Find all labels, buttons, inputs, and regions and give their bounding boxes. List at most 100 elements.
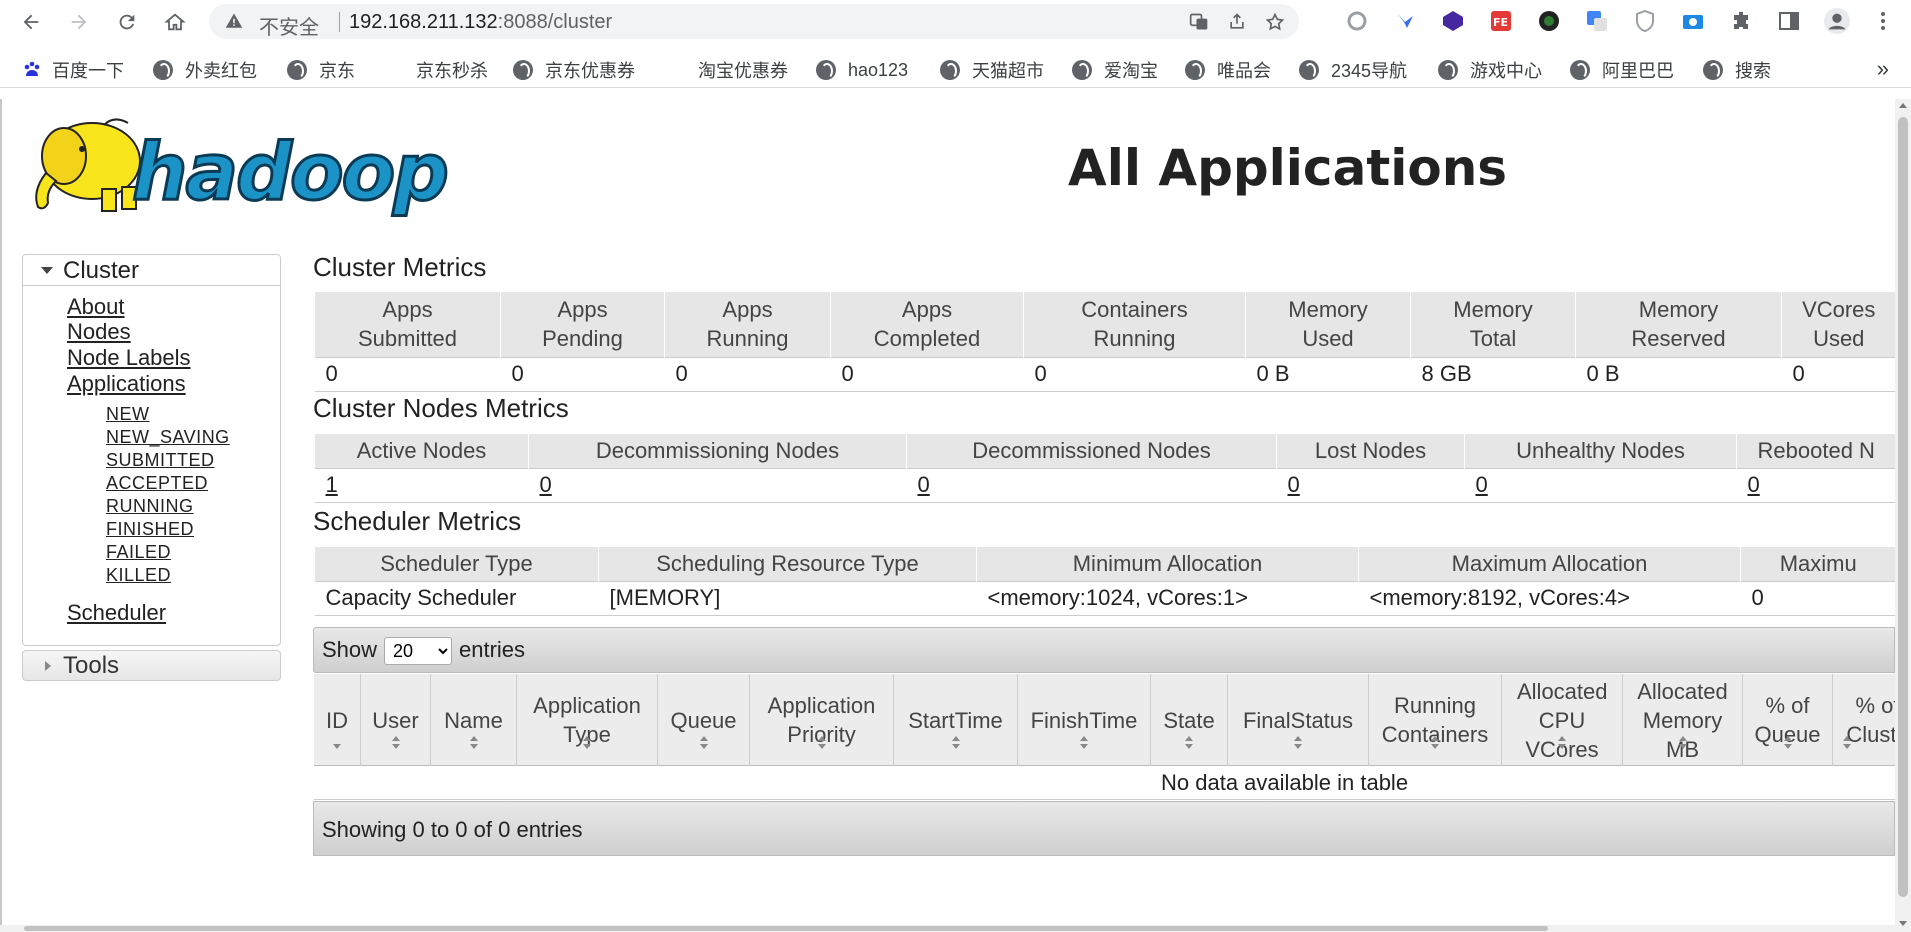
col-application-priority[interactable]: Application Priority: [750, 674, 894, 766]
nav-state-failed[interactable]: FAILED: [106, 542, 171, 563]
nav-state-accepted[interactable]: ACCEPTED: [106, 473, 208, 494]
horizontal-scrollbar[interactable]: [0, 925, 1895, 932]
profile-avatar-icon[interactable]: [1824, 8, 1850, 34]
col-user[interactable]: User: [361, 674, 431, 766]
bookmark-item[interactable]: 阿里巴巴: [1570, 58, 1674, 82]
table-row: 1 0 0 0 0 0: [314, 467, 1895, 503]
star-icon[interactable]: [1265, 12, 1285, 32]
extension-cube-icon[interactable]: [1440, 8, 1466, 34]
nav-state-finished[interactable]: FINISHED: [106, 519, 194, 540]
sort-icon: [1783, 736, 1792, 750]
logo-text: hadoop: [132, 128, 447, 218]
side-panel-icon[interactable]: [1776, 8, 1802, 34]
bookmark-item[interactable]: 天猫超市: [940, 58, 1044, 82]
col-queue[interactable]: Queue: [658, 674, 750, 766]
nav-link-applications[interactable]: Applications: [67, 371, 186, 397]
bookmark-label: 搜索: [1735, 61, 1771, 81]
empty-message: No data available in table: [1161, 770, 1409, 795]
bookmark-item[interactable]: 京东秒杀: [416, 58, 488, 82]
col-allocated-cpu-vcores[interactable]: Allocated CPU VCores: [1502, 674, 1623, 766]
url-text[interactable]: 192.168.211.132:8088/cluster: [349, 11, 612, 34]
translate-icon[interactable]: [1189, 12, 1209, 32]
cluster-metrics-table: Apps Submitted Apps Pending Apps Running Ap…: [314, 292, 1895, 392]
bookmark-item[interactable]: 百度一下: [22, 58, 124, 82]
extension-shield-icon[interactable]: [1632, 8, 1658, 34]
empty-table-row: No data available in table: [314, 767, 1895, 800]
rebooted-nodes-link[interactable]: 0: [1736, 467, 1895, 503]
col-finish-time[interactable]: FinishTime: [1018, 674, 1151, 766]
bookmark-item[interactable]: 2345导航: [1299, 58, 1407, 82]
column-header: Rebooted N: [1736, 434, 1895, 468]
column-header: Decommissioned Nodes: [906, 434, 1277, 468]
col-application-type[interactable]: Application Type: [517, 674, 658, 766]
tools-nav[interactable]: Tools: [22, 650, 281, 681]
active-nodes-link[interactable]: 1: [314, 467, 529, 503]
scheduler-metrics-table: Scheduler Type Scheduling Resource Type …: [314, 547, 1895, 616]
bookmark-item[interactable]: 外卖红包: [153, 58, 257, 82]
col-percent-of-cluster[interactable]: % of Cluste: [1833, 674, 1895, 766]
scrollbar-thumb[interactable]: [1898, 117, 1908, 897]
column-header: Containers Running: [1023, 292, 1246, 357]
forward-button[interactable]: [66, 9, 92, 35]
col-state[interactable]: State: [1151, 674, 1228, 766]
sort-icon: [1431, 736, 1439, 750]
col-percent-of-queue[interactable]: % of Queue: [1743, 674, 1833, 766]
scroll-down-icon[interactable]: [1899, 921, 1907, 926]
extensions-puzzle-icon[interactable]: [1728, 8, 1754, 34]
bookmark-item[interactable]: 京东优惠券: [513, 58, 635, 82]
nav-state-new-saving[interactable]: NEW_SAVING: [106, 427, 230, 448]
lost-nodes-link[interactable]: 0: [1276, 467, 1465, 503]
bookmark-item[interactable]: 京东: [287, 58, 355, 82]
nav-link-about[interactable]: About: [67, 294, 125, 320]
extension-translate-icon[interactable]: [1584, 8, 1610, 34]
extension-bird-icon[interactable]: [1392, 8, 1418, 34]
nav-state-killed[interactable]: KILLED: [106, 565, 171, 586]
address-bar[interactable]: 不安全 192.168.211.132:8088/cluster: [209, 4, 1299, 39]
col-start-time[interactable]: StartTime: [894, 674, 1018, 766]
nav-state-submitted[interactable]: SUBMITTED: [106, 450, 215, 471]
warning-icon: [225, 13, 243, 28]
reload-button[interactable]: [114, 9, 140, 35]
col-allocated-memory-mb[interactable]: Allocated Memory MB: [1623, 674, 1743, 766]
extension-fe-icon[interactable]: FE: [1488, 8, 1514, 34]
column-header: Unhealthy Nodes: [1464, 434, 1737, 468]
bookmark-item[interactable]: 爱淘宝: [1072, 58, 1158, 82]
bookmark-item[interactable]: 游戏中心: [1438, 58, 1542, 82]
reload-icon: [119, 14, 135, 30]
scrollbar-thumb[interactable]: [24, 926, 1548, 931]
col-id[interactable]: ID: [314, 674, 361, 766]
globe-icon: [513, 60, 533, 80]
extension-camera-icon[interactable]: [1680, 8, 1706, 34]
home-button[interactable]: [162, 9, 188, 35]
scroll-up-icon[interactable]: [1899, 103, 1907, 108]
nav-link-node-labels[interactable]: Node Labels: [67, 345, 191, 371]
bookmarks-overflow-button[interactable]: »: [1877, 56, 1889, 82]
back-button[interactable]: [18, 9, 44, 35]
menu-dots-icon[interactable]: [1870, 8, 1896, 34]
decommissioned-nodes-link[interactable]: 0: [906, 467, 1277, 503]
bookmark-item[interactable]: 唯品会: [1185, 58, 1271, 82]
bookmark-item[interactable]: 淘宝优惠券: [698, 58, 788, 82]
share-icon[interactable]: [1227, 12, 1247, 32]
col-running-containers[interactable]: Running Containers: [1369, 674, 1502, 766]
col-name[interactable]: Name: [431, 674, 517, 766]
col-final-status[interactable]: FinalStatus: [1228, 674, 1369, 766]
vertical-scrollbar[interactable]: [1895, 99, 1911, 932]
nav-link-nodes[interactable]: Nodes: [67, 319, 131, 345]
nav-state-running[interactable]: RUNNING: [106, 496, 194, 517]
nav-link-scheduler[interactable]: Scheduler: [67, 600, 166, 626]
browser-toolbar: 不安全 192.168.211.132:8088/cluster FE: [0, 0, 1911, 43]
extension-circle-icon[interactable]: [1344, 8, 1370, 34]
unhealthy-nodes-link[interactable]: 0: [1464, 467, 1737, 503]
metric-value: 0: [664, 356, 831, 392]
decommissioning-nodes-link[interactable]: 0: [528, 467, 907, 503]
bookmark-item[interactable]: hao123: [816, 58, 908, 82]
extension-lens-icon[interactable]: [1536, 8, 1562, 34]
bookmarks-bar: 百度一下 外卖红包 京东 京东秒杀 京东优惠券 淘宝优惠券 hao123 天猫超…: [0, 52, 1911, 88]
bookmark-item[interactable]: 搜索: [1703, 58, 1771, 82]
elephant-icon: [35, 118, 141, 212]
nav-state-new[interactable]: NEW: [106, 404, 150, 425]
cluster-nav-header[interactable]: Cluster: [23, 255, 280, 286]
page-size-select[interactable]: 20: [384, 637, 452, 665]
table-row: 0 0 0 0 0 0 B 8 GB 0 B 0: [314, 356, 1895, 392]
